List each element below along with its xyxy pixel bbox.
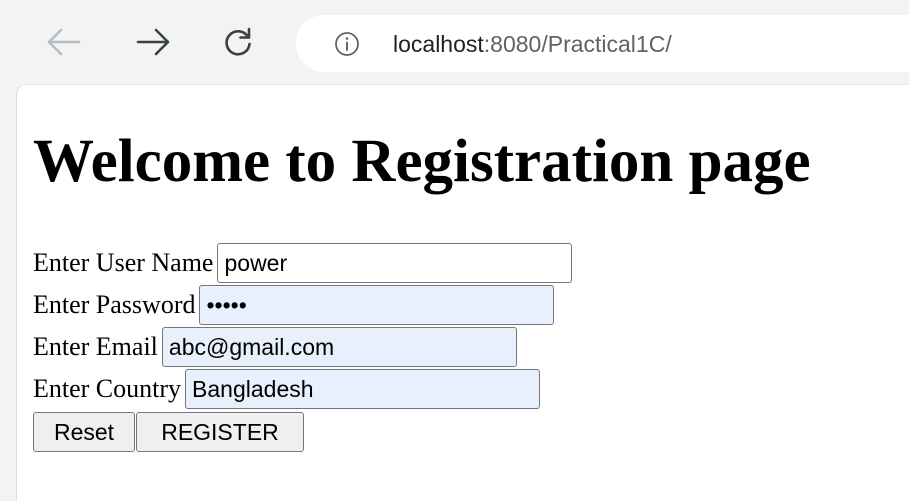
password-label: Enter Password [33,290,196,319]
address-bar[interactable]: localhost:8080/Practical1C/ [296,15,909,72]
reload-button[interactable] [218,22,258,62]
page-title: Welcome to Registration page [33,128,811,195]
country-label: Enter Country [33,374,182,403]
username-label: Enter User Name [33,248,214,277]
password-row: Enter Password [33,284,555,326]
page-viewport: Welcome to Registration page Enter User … [16,84,909,501]
country-row: Enter Country [33,368,541,410]
country-input[interactable] [185,369,541,409]
url-text[interactable]: localhost:8080/Practical1C/ [393,29,672,59]
arrow-right-icon [136,28,170,56]
browser-toolbar: localhost:8080/Practical1C/ [0,0,909,84]
forward-button[interactable] [133,22,173,62]
email-input[interactable] [161,327,517,367]
password-input[interactable] [199,285,555,325]
register-button[interactable]: REGISTER [136,412,304,452]
back-button[interactable] [44,22,84,62]
form-buttons: Reset REGISTER [33,412,304,452]
username-row: Enter User Name [33,242,573,284]
reset-button[interactable]: Reset [33,412,135,452]
reload-icon [225,27,251,56]
url-path: :8080/Practical1C/ [483,31,672,57]
username-input[interactable] [217,243,573,283]
email-label: Enter Email [33,332,158,361]
url-host: localhost [393,31,484,57]
info-circle-icon[interactable] [334,31,360,57]
arrow-left-icon [47,28,81,56]
email-row: Enter Email [33,326,517,368]
